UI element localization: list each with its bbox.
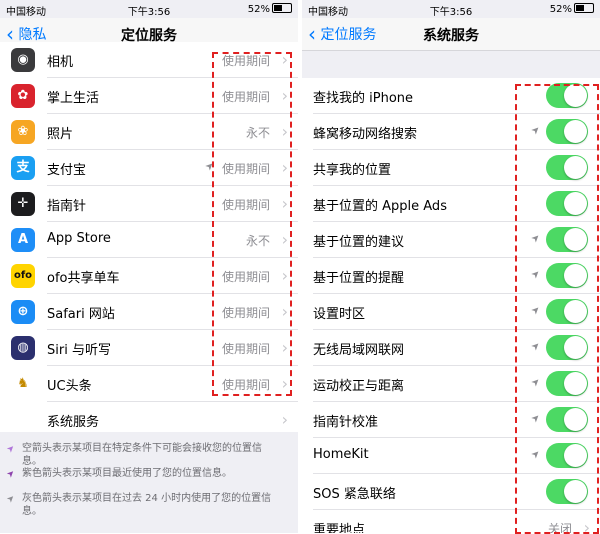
service-name: 无线局域网联网 xyxy=(313,343,405,358)
location-arrow-icon: ➤ xyxy=(5,467,18,481)
camera-icon: ◉ xyxy=(11,48,35,72)
location-arrow-icon: ➤ xyxy=(5,492,18,506)
app-name: 指南针 xyxy=(47,199,87,214)
legend-text: 紫色箭头表示某项目最近使用了您的位置信息。 xyxy=(22,468,232,479)
service-name: 指南针校准 xyxy=(313,415,379,430)
legend-text: 灰色箭头表示某项目在过去 24 小时内使用了您的位置信息。 xyxy=(22,493,272,517)
app-name: Safari 网站 xyxy=(47,307,115,322)
battery-percent: 52% xyxy=(247,4,270,15)
app-name: 照片 xyxy=(47,127,74,142)
service-name: 基于位置的建议 xyxy=(313,235,405,250)
service-name: HomeKit xyxy=(313,447,369,462)
alipay-icon: 支 xyxy=(11,156,35,180)
page-title: 系统服务 xyxy=(423,28,479,44)
status-bar: 中国移动 下午3:56 52% xyxy=(302,0,600,18)
compass-icon: ✛ xyxy=(11,192,35,216)
ofo-icon: ofo xyxy=(11,264,35,288)
service-name: 共享我的位置 xyxy=(313,163,392,178)
app-name: ofo共享单车 xyxy=(47,271,120,286)
battery-icon xyxy=(272,3,292,13)
highlight-box-right xyxy=(515,84,599,534)
app-name: Siri 与听写 xyxy=(47,343,111,358)
safari-icon: ⊕ xyxy=(11,300,35,324)
highlight-box-left xyxy=(212,52,292,396)
app-name: 支付宝 xyxy=(47,163,87,178)
battery-indicator: 52% xyxy=(248,3,292,15)
photos-icon: ❀ xyxy=(11,120,35,144)
service-name: SOS 紧急联络 xyxy=(313,487,396,502)
app-name: 相机 xyxy=(47,55,74,70)
system-services-row[interactable]: 系统服务 › xyxy=(0,402,298,438)
uc-headline-icon: ♞ xyxy=(11,372,35,396)
service-name: 查找我的 iPhone xyxy=(313,91,414,106)
location-arrow-icon: ➤ xyxy=(5,442,18,456)
app-store-icon: A xyxy=(11,228,35,252)
legend-text: 空箭头表示某项目在特定条件下可能会接收您的位置信息。 xyxy=(22,443,262,467)
battery-percent: 52% xyxy=(549,4,572,15)
battery-icon xyxy=(574,3,594,13)
service-name: 蜂窝移动网络搜索 xyxy=(313,127,418,142)
system-services-label: 系统服务 xyxy=(47,415,100,430)
service-name: 运动校正与距离 xyxy=(313,379,405,394)
nav-bar: ‹ 定位服务 系统服务 xyxy=(302,18,600,51)
palm-life-icon: ✿ xyxy=(11,84,35,108)
service-name: 基于位置的提醒 xyxy=(313,271,405,286)
service-name: 设置时区 xyxy=(313,307,366,322)
app-name: App Store xyxy=(47,231,111,246)
service-name: 基于位置的 Apple Ads xyxy=(313,199,447,214)
siri-icon: ◍ xyxy=(11,336,35,360)
battery-indicator: 52% xyxy=(550,3,594,15)
service-name: 重要地点 xyxy=(313,523,366,533)
app-name: UC头条 xyxy=(47,379,92,394)
chevron-right-icon: › xyxy=(281,410,288,429)
app-name: 掌上生活 xyxy=(47,91,100,106)
status-bar: 中国移动 下午3:56 52% xyxy=(0,0,298,18)
